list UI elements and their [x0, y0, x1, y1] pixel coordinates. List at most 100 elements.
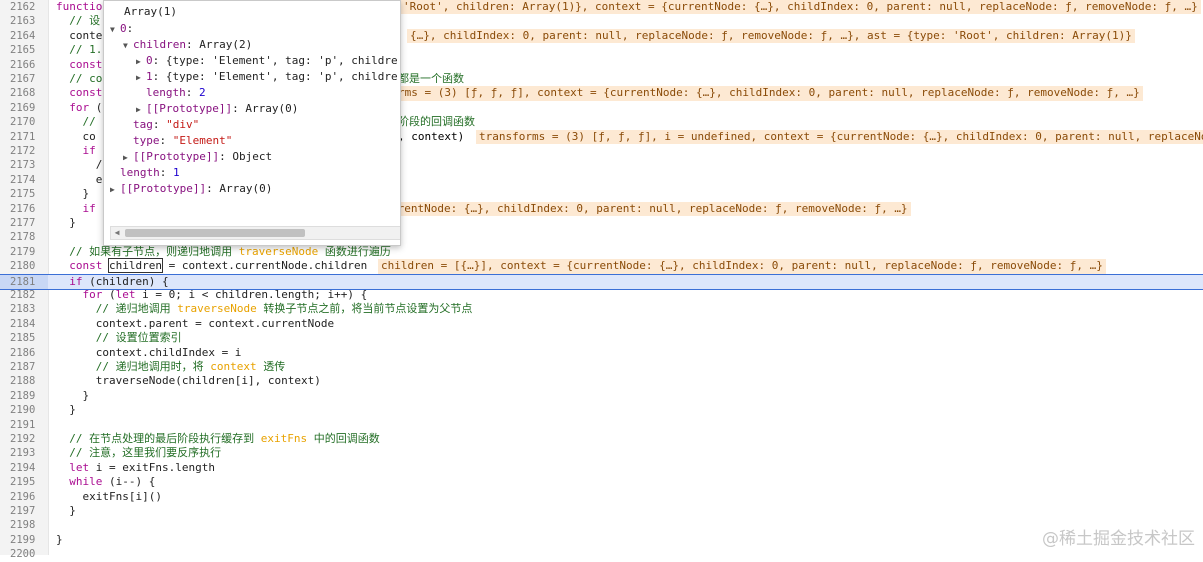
code-line[interactable]: 2179 // 如果有子节点，则递归地调用 traverseNode 函数进行遍…	[0, 245, 1203, 259]
code-line[interactable]: 2197 }	[0, 504, 1203, 518]
line-number[interactable]: 2190	[10, 403, 46, 417]
code-line[interactable]: 2200	[0, 547, 1203, 561]
popover-horizontal-scrollbar[interactable]: ◀ ▶	[110, 226, 400, 240]
code-line[interactable]: 2191	[0, 418, 1203, 432]
property-value: Array(2)	[199, 38, 253, 51]
line-number[interactable]: 2181	[10, 275, 46, 289]
code-text: }	[56, 187, 90, 201]
code-line[interactable]: 2193 // 注意，这里我们要反序执行	[0, 446, 1203, 460]
line-number[interactable]: 2199	[10, 533, 46, 547]
object-tree-row[interactable]: ▶ [[Prototype]]: Array(0)	[136, 101, 298, 117]
line-number[interactable]: 2196	[10, 490, 46, 504]
code-text: }	[56, 532, 63, 546]
collapsed-triangle-icon[interactable]: ▶	[123, 150, 133, 166]
line-number[interactable]: 2162	[10, 0, 46, 14]
code-text: if	[82, 201, 96, 215]
code-text: // co	[69, 72, 103, 85]
line-number[interactable]: 2194	[10, 461, 46, 475]
line-number[interactable]: 2170	[10, 115, 46, 129]
expanded-triangle-icon[interactable]: ▼	[110, 22, 120, 38]
line-number[interactable]: 2168	[10, 86, 46, 100]
object-tree-row[interactable]: ▶ 1: {type: 'Element', tag: 'p', childre	[136, 69, 398, 85]
line-number[interactable]: 2188	[10, 374, 46, 388]
line-number[interactable]: 2193	[10, 446, 46, 460]
code-line[interactable]: 2182 for (let i = 0; i < children.length…	[0, 288, 1203, 302]
line-number[interactable]: 2163	[10, 14, 46, 28]
line-number[interactable]: 2189	[10, 389, 46, 403]
line-number[interactable]: 2192	[10, 432, 46, 446]
line-number[interactable]: 2187	[10, 360, 46, 374]
property-value: 1	[173, 166, 180, 179]
object-tree-row[interactable]: ▼ children: Array(2)	[123, 37, 252, 53]
inline-variable-value[interactable]: children = [{…}], context = {currentNode…	[378, 259, 1106, 274]
line-number[interactable]: 2186	[10, 346, 46, 360]
code-line[interactable]: 2195 while (i--) {	[0, 475, 1203, 489]
code-line[interactable]: 2187 // 递归地调用时，将 context 透传	[0, 360, 1203, 374]
inline-variable-value[interactable]: {…}, childIndex: 0, parent: null, replac…	[407, 28, 1135, 44]
code-line[interactable]: 2192 // 在节点处理的最后阶段执行缓存到 exitFns 中的回调函数	[0, 432, 1203, 446]
collapsed-triangle-icon[interactable]: ▶	[136, 70, 146, 86]
code-line[interactable]: 2196 exitFns[i]()	[0, 490, 1203, 504]
property-key: type	[133, 134, 160, 147]
line-number[interactable]: 2169	[10, 101, 46, 115]
property-separator: :	[219, 150, 233, 163]
property-separator: :	[152, 70, 166, 83]
line-number[interactable]: 2176	[10, 202, 46, 216]
property-key: tag	[133, 118, 153, 131]
line-number[interactable]: 2179	[10, 245, 46, 259]
line-number[interactable]: 2174	[10, 173, 46, 187]
property-key: [[Prototype]]	[133, 150, 220, 163]
object-tree-row[interactable]: ▶ 0: {type: 'Element', tag: 'p', childre	[136, 53, 398, 69]
line-number[interactable]: 2182	[10, 288, 46, 302]
line-number[interactable]: 2177	[10, 216, 46, 230]
inline-variable-value[interactable]: transforms = (3) [ƒ, ƒ, ƒ], i = undefine…	[476, 129, 1203, 144]
code-text: const	[69, 57, 103, 71]
code-line[interactable]: 2194 let i = exitFns.length	[0, 461, 1203, 475]
line-number[interactable]: 2164	[10, 29, 46, 43]
code-line[interactable]: 2183 // 递归地调用 traverseNode 转换子节点之前，将当前节点…	[0, 302, 1203, 316]
line-number[interactable]: 2195	[10, 475, 46, 489]
object-preview-popover[interactable]: Array(1) ▼ 0: ▼ children: Array(2) ▶ 0: {type…	[103, 0, 401, 246]
object-tree-row[interactable]: ▶ [[Prototype]]: Object	[123, 149, 272, 165]
code-line[interactable]: 2186 context.childIndex = i	[0, 346, 1203, 360]
line-number[interactable]: 2191	[10, 418, 46, 432]
code-text: // 递归地调用 traverseNode 转换子节点之前，将当前节点设置为父节…	[95, 302, 473, 316]
line-number[interactable]: 2184	[10, 317, 46, 331]
code-line[interactable]: 2190 }	[0, 403, 1203, 417]
inline-variable-value[interactable]: rrentNode: {…}, childIndex: 0, parent: n…	[388, 201, 911, 216]
line-number[interactable]: 2165	[10, 43, 46, 57]
line-number[interactable]: 2185	[10, 331, 46, 345]
line-number[interactable]: 2171	[10, 130, 46, 144]
line-number[interactable]: 2197	[10, 504, 46, 518]
object-tree-row[interactable]: ▼ 0:	[110, 21, 133, 37]
line-number[interactable]: 2198	[10, 518, 46, 532]
code-text: if (children) {	[69, 274, 169, 288]
property-value: {type: 'Element', tag: 'p', childre	[165, 70, 398, 83]
line-number[interactable]: 2166	[10, 58, 46, 72]
code-text: }	[56, 216, 76, 229]
scroll-left-arrow-icon[interactable]: ◀	[111, 227, 123, 239]
code-text: exitFns[i]()	[56, 489, 162, 503]
code-line[interactable]: 2189 }	[0, 389, 1203, 403]
inline-variable-value[interactable]: 'Root', children: Array(1)}, context = {…	[400, 0, 1201, 15]
inline-variable-value[interactable]: rms = (3) [ƒ, ƒ, ƒ], context = {currentN…	[395, 86, 1143, 101]
code-line[interactable]: 2184 context.parent = context.currentNod…	[0, 317, 1203, 331]
line-number[interactable]: 2167	[10, 72, 46, 86]
line-number[interactable]: 2183	[10, 302, 46, 316]
line-number[interactable]: 2200	[10, 547, 46, 561]
object-tree-row[interactable]: ▶ [[Prototype]]: Array(0)	[110, 181, 272, 197]
code-line[interactable]: 2198	[0, 518, 1203, 532]
line-number[interactable]: 2172	[10, 144, 46, 158]
collapsed-triangle-icon[interactable]: ▶	[136, 102, 146, 118]
code-line[interactable]: 2199}	[0, 533, 1203, 547]
collapsed-triangle-icon[interactable]: ▶	[136, 54, 146, 70]
line-number[interactable]: 2178	[10, 230, 46, 244]
line-number[interactable]: 2180	[10, 259, 46, 273]
line-number[interactable]: 2173	[10, 158, 46, 172]
expanded-triangle-icon[interactable]: ▼	[123, 38, 133, 54]
code-line[interactable]: 2185 // 设置位置索引	[0, 331, 1203, 345]
line-number[interactable]: 2175	[10, 187, 46, 201]
collapsed-triangle-icon[interactable]: ▶	[110, 182, 120, 198]
scrollbar-thumb[interactable]	[125, 229, 305, 237]
code-line[interactable]: 2188 traverseNode(children[i], context)	[0, 374, 1203, 388]
